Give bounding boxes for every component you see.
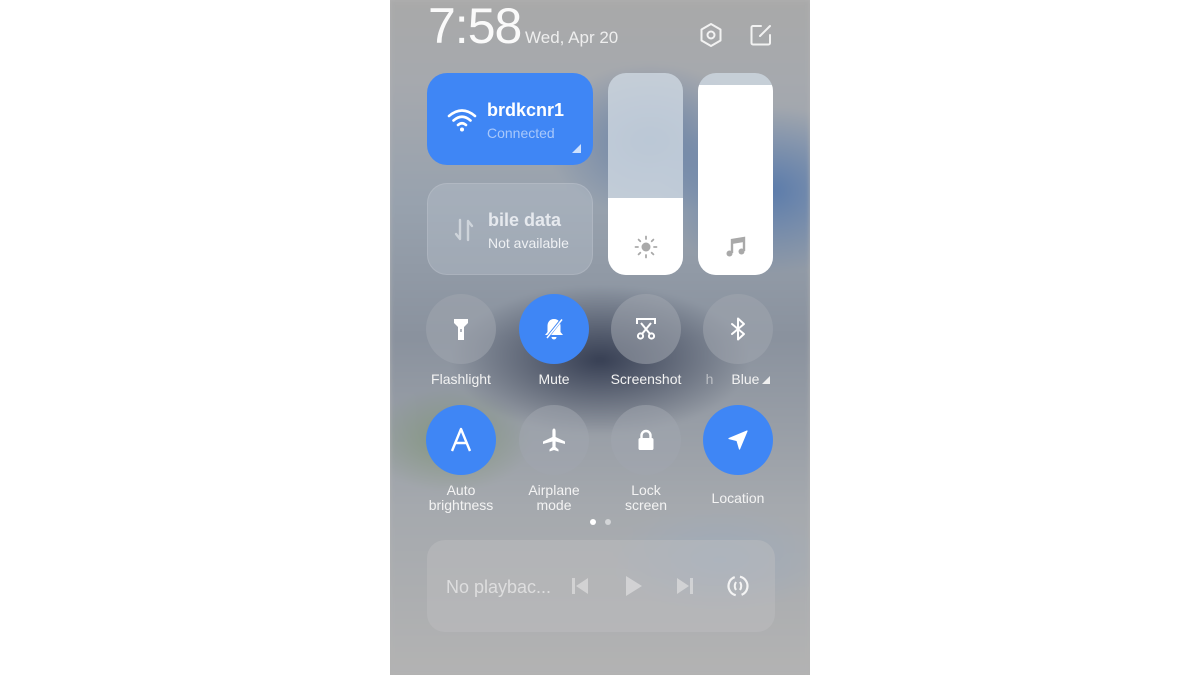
airplane-mode-label-line1: Airplane xyxy=(528,482,580,498)
sun-icon xyxy=(634,235,657,259)
bluetooth-label: h Blue xyxy=(692,372,784,387)
page-dot-2[interactable] xyxy=(604,519,611,525)
airplane-mode-toggle[interactable]: Airplane mode xyxy=(508,405,600,513)
bluetooth-label-text: Blue xyxy=(731,371,760,387)
auto-brightness-label-line2: brightness xyxy=(428,497,494,513)
wifi-status: Connected xyxy=(487,125,555,141)
flashlight-label: Flashlight xyxy=(431,371,491,387)
flashlight-button[interactable] xyxy=(426,294,496,364)
previous-button[interactable] xyxy=(568,574,592,598)
airplane-mode-button[interactable] xyxy=(519,405,589,475)
auto-brightness-label-line1: Auto xyxy=(446,482,476,498)
auto-brightness-toggle[interactable]: Auto brightness xyxy=(415,405,507,513)
auto-brightness-label: Auto brightness xyxy=(415,483,507,513)
mobile-data-status: Not available xyxy=(488,235,569,251)
bluetooth-expand-icon[interactable] xyxy=(762,376,771,384)
bluetooth-label-fragment: h xyxy=(705,371,714,387)
airplane-icon xyxy=(543,428,565,452)
lock-screen-label-line1: Lock xyxy=(631,482,661,498)
mobile-data-title: bile data xyxy=(488,210,562,230)
page-indicator xyxy=(390,519,810,525)
bluetooth-button[interactable] xyxy=(703,294,773,364)
location-toggle[interactable]: Location xyxy=(692,405,784,506)
lock-screen-button[interactable] xyxy=(611,405,681,475)
location-label: Location xyxy=(711,490,765,506)
lock-screen-label-line2: screen xyxy=(624,497,668,513)
lock-icon xyxy=(638,429,654,450)
play-button[interactable] xyxy=(621,574,645,598)
wifi-icon xyxy=(447,109,477,132)
airplane-mode-label-line2: mode xyxy=(536,497,572,513)
mute-toggle[interactable]: Mute xyxy=(508,294,600,387)
media-title: No playbac... xyxy=(446,577,552,597)
lock-screen-label: Lock screen xyxy=(600,483,692,513)
mobile-data-tile[interactable]: bile data Not available xyxy=(427,183,593,275)
mute-button[interactable] xyxy=(519,294,589,364)
screenshot-label: Screenshot xyxy=(610,371,682,387)
screenshot-button[interactable] xyxy=(611,294,681,364)
screenshot-toggle[interactable]: Screenshot xyxy=(600,294,692,387)
mobile-data-icon xyxy=(454,218,474,242)
edit-button[interactable] xyxy=(748,22,774,48)
skip-previous-icon xyxy=(572,578,588,594)
cast-button[interactable] xyxy=(726,574,750,598)
volume-slider[interactable] xyxy=(698,73,773,275)
clock-date: Wed, Apr 20 xyxy=(525,28,619,47)
wifi-tile[interactable]: brdkcnr1 Connected xyxy=(427,73,593,165)
scissors-icon xyxy=(636,318,656,340)
auto-brightness-icon xyxy=(450,427,472,452)
bluetooth-label-text-wrap: Blue xyxy=(731,371,771,387)
location-icon xyxy=(728,430,748,450)
settings-button[interactable] xyxy=(698,22,724,48)
media-player: No playbac... xyxy=(427,540,775,632)
location-button[interactable] xyxy=(703,405,773,475)
airplane-mode-label: Airplane mode xyxy=(508,483,600,513)
cast-audio-icon xyxy=(727,575,749,597)
mute-label: Mute xyxy=(538,371,570,387)
settings-hexagon-icon xyxy=(700,23,722,47)
control-center: 7:58 Wed, Apr 20 brdkcnr1 Connected bile… xyxy=(390,0,810,675)
clock-time: 7:58 xyxy=(428,0,522,54)
flashlight-toggle[interactable]: Flashlight xyxy=(415,294,507,387)
bluetooth-icon xyxy=(731,317,745,341)
page-dot-1[interactable] xyxy=(589,519,596,525)
brightness-slider[interactable] xyxy=(608,73,683,275)
music-note-icon xyxy=(726,236,745,257)
flashlight-icon xyxy=(454,319,468,340)
play-icon xyxy=(626,576,642,596)
bluetooth-toggle[interactable]: h Blue xyxy=(692,294,784,387)
auto-brightness-button[interactable] xyxy=(426,405,496,475)
next-button[interactable] xyxy=(673,574,697,598)
lock-screen-toggle[interactable]: Lock screen xyxy=(600,405,692,513)
bell-off-icon xyxy=(544,318,564,340)
wifi-network-name: brdkcnr1 xyxy=(487,100,565,120)
wifi-expand-icon[interactable] xyxy=(572,144,581,153)
skip-next-icon xyxy=(677,578,693,594)
edit-icon xyxy=(750,25,771,46)
phone-screen: 7:58 Wed, Apr 20 brdkcnr1 Connected bile… xyxy=(390,0,810,675)
